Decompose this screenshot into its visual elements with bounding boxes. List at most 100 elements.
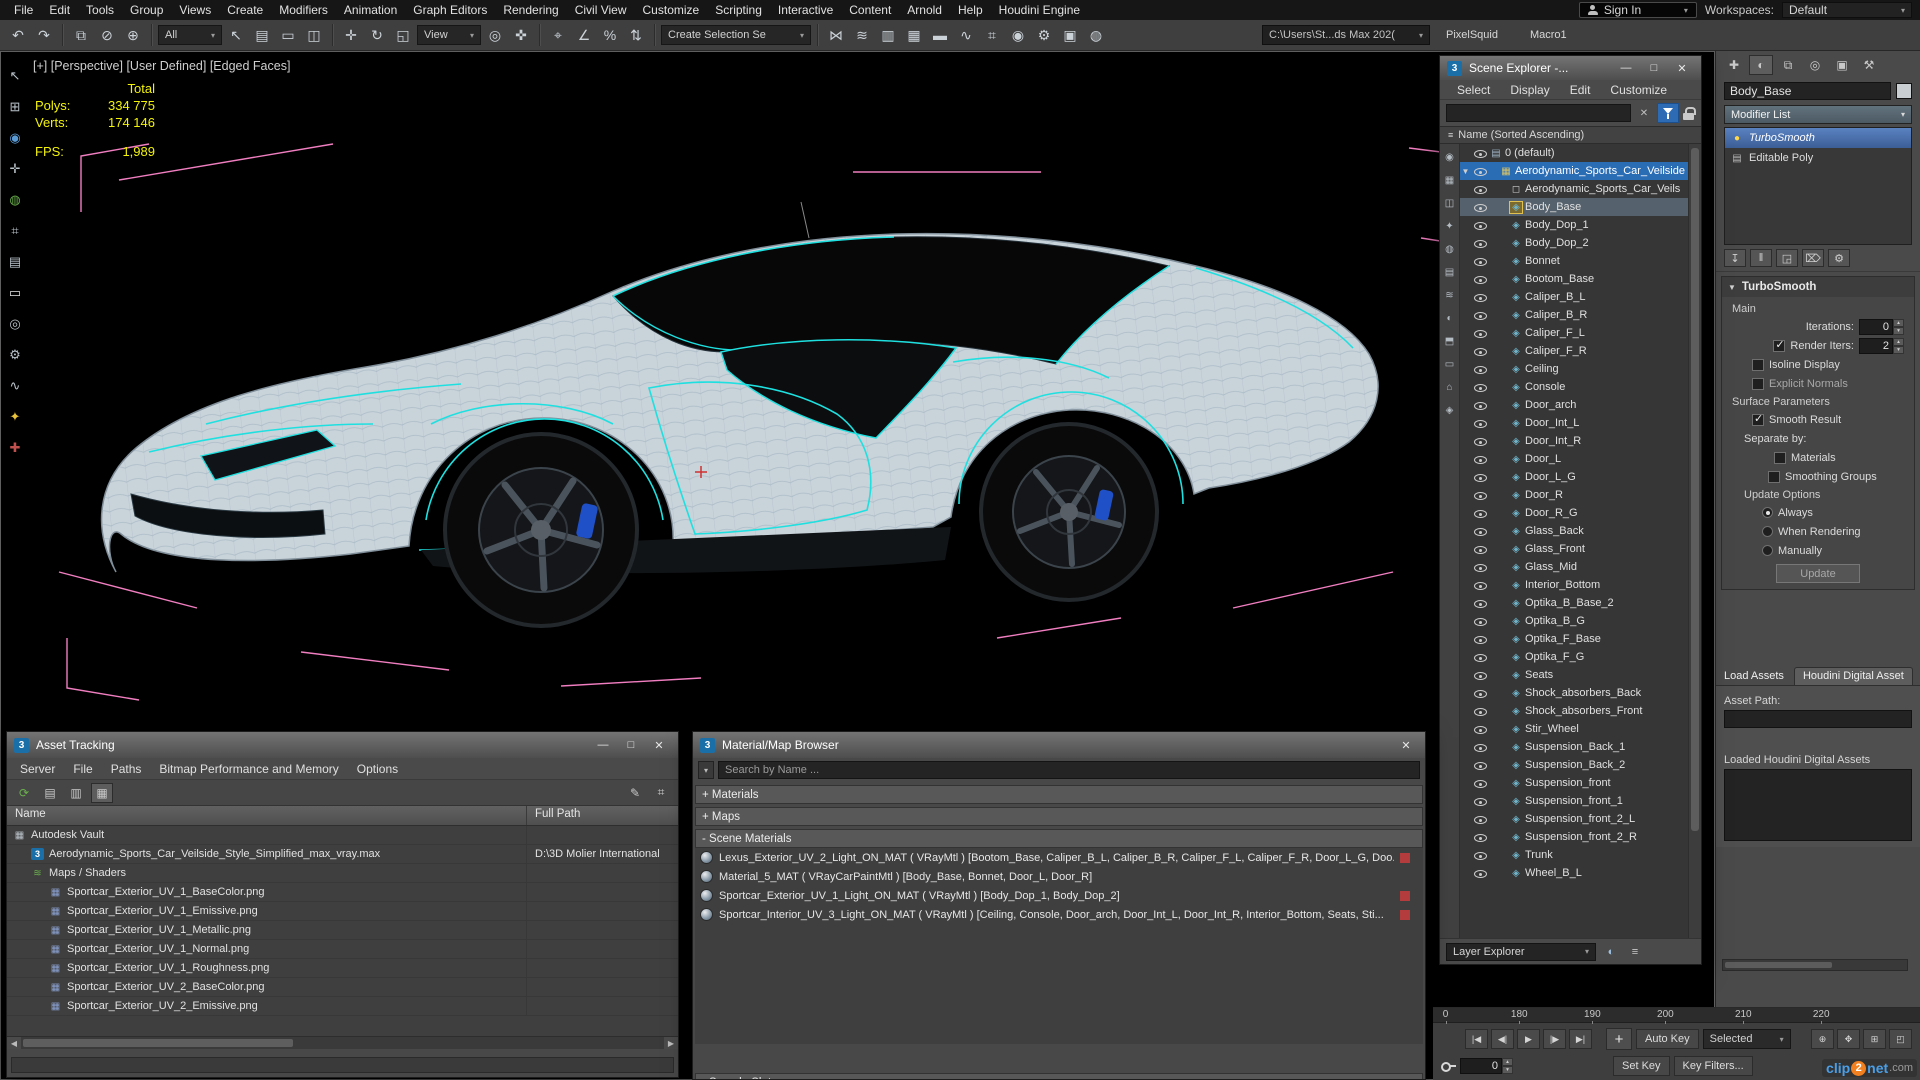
key-filter-selected-dropdown[interactable]: Selected ▾ [1702,1029,1791,1049]
menu-interactive[interactable]: Interactive [770,1,841,19]
render-iters-spinner[interactable]: 2 ▴ ▾ [1859,337,1904,354]
create-tab-icon[interactable]: ✚ [1722,55,1746,75]
select-object-icon[interactable]: ↖ [224,23,248,47]
scene-explorer-titlebar[interactable]: 3 Scene Explorer -... — □ ✕ [1440,56,1701,80]
scene-list-scrollbar[interactable] [1688,144,1701,938]
display-all-icon[interactable]: ◉ [1443,150,1457,164]
scene-row-interior-bottom[interactable]: Interior_Bottom [1460,576,1688,594]
scene-row-door-l[interactable]: Door_L [1460,450,1688,468]
asset-row-sportcar-exterior-uv-2-basecolor-png[interactable]: ▦ Sportcar_Exterior_UV_2_BaseColor.png [7,978,678,997]
close-button[interactable]: ✕ [1670,59,1694,77]
schematic-view-icon[interactable]: ⌗ [980,23,1004,47]
menu-modifiers[interactable]: Modifiers [271,1,336,19]
scene-row-body-base[interactable]: Body_Base [1460,198,1688,216]
configure-modifier-sets-icon[interactable]: ⚙ [1828,249,1850,267]
scene-row-door-arch[interactable]: Door_arch [1460,396,1688,414]
key-filters-button[interactable]: Key Filters... [1673,1056,1753,1076]
visibility-eye-icon[interactable] [1474,201,1487,213]
modifier-editable-poly[interactable]: Editable Poly [1725,148,1911,168]
visibility-eye-icon[interactable] [1474,237,1487,249]
percent-snap-icon[interactable]: % [598,23,622,47]
scene-row-body-dop-1[interactable]: Body_Dop_1 [1460,216,1688,234]
zoom-icon[interactable]: ⊕ [1811,1029,1834,1049]
visibility-eye-icon[interactable] [1474,525,1487,537]
scene-row-optika-b-g[interactable]: Optika_B_G [1460,612,1688,630]
scene-materials-section-header[interactable]: - Scene Materials [695,829,1423,848]
scene-row-wheel-b-l[interactable]: Wheel_B_L [1460,864,1688,882]
turbosmooth-rollout-header[interactable]: ▼ TurboSmooth [1722,277,1914,297]
render-production-icon[interactable]: ◍ [1084,23,1108,47]
lock-icon[interactable] [1683,106,1696,120]
asset-row-autodesk-vault[interactable]: ▦ Autodesk Vault [7,826,678,845]
scene-search-input[interactable] [1446,104,1631,122]
menu-arnold[interactable]: Arnold [899,1,950,19]
pin-stack-icon[interactable]: ↧ [1724,249,1746,267]
remove-modifier-icon[interactable]: ⌦ [1802,249,1824,267]
scroll-right-icon[interactable]: ▶ [664,1037,678,1049]
visibility-eye-icon[interactable] [1474,687,1487,699]
scene-row-optika-f-g[interactable]: Optika_F_G [1460,648,1688,666]
scene-row-shock-absorbers-front[interactable]: Shock_absorbers_Front [1460,702,1688,720]
make-unique-icon[interactable]: ◲ [1776,249,1798,267]
full-path-column-header[interactable]: Full Path [527,806,678,825]
scene-row-suspension-front-2-l[interactable]: Suspension_front_2_L [1460,810,1688,828]
material-row-sportcar-interior-uv-3-light-on-mat[interactable]: Sportcar_Interior_UV_3_Light_ON_MAT ( VR… [695,905,1423,924]
hierarchy-tab-icon[interactable]: ⧉ [1776,55,1800,75]
visibility-eye-icon[interactable] [1474,849,1487,861]
visibility-eye-icon[interactable] [1474,489,1487,501]
explorer-menu-display[interactable]: Display [1501,83,1558,97]
menu-create[interactable]: Create [219,1,271,19]
scene-row-glass-mid[interactable]: Glass_Mid [1460,558,1688,576]
visibility-eye-icon[interactable] [1474,417,1487,429]
display-cameras-icon[interactable]: ◍ [1443,242,1457,256]
scene-row-ceiling[interactable]: Ceiling [1460,360,1688,378]
bind-to-space-warp-icon[interactable]: ⊕ [121,23,145,47]
menu-animation[interactable]: Animation [336,1,405,19]
edit-paths-icon[interactable]: ✎ [624,783,646,803]
scene-row-aerodynamic-sports-car-veils[interactable]: Aerodynamic_Sports_Car_Veils [1460,180,1688,198]
command-panel-scrollbar[interactable] [1722,959,1908,971]
modifier-turbosmooth[interactable]: TurboSmooth [1725,128,1911,148]
scene-row-caliper-b-r[interactable]: Caliper_B_R [1460,306,1688,324]
visibility-eye-icon[interactable] [1474,219,1487,231]
houdini-digital-asset-tab[interactable]: Houdini Digital Asset [1793,667,1913,685]
editable-poly-icon[interactable] [1731,152,1743,164]
scene-row-glass-back[interactable]: Glass_Back [1460,522,1688,540]
always-radio[interactable] [1762,507,1773,518]
select-and-move-icon[interactable]: ✛ [339,23,363,47]
asset-menu-options[interactable]: Options [348,762,407,776]
rectangular-region-icon[interactable]: ▭ [276,23,300,47]
zoom-region-icon[interactable]: ⊞ [1863,1029,1886,1049]
spinner-snap-icon[interactable]: ⇅ [624,23,648,47]
material-row-sportcar-exterior-uv-1-light-on-mat[interactable]: Sportcar_Exterior_UV_1_Light_ON_MAT ( VR… [695,886,1423,905]
display-shapes-icon[interactable]: ◫ [1443,196,1457,210]
display-tab-icon[interactable]: ▣ [1830,55,1854,75]
visibility-eye-icon[interactable] [1474,597,1487,609]
star-tool-icon[interactable]: ✦ [5,407,25,427]
display-groups-icon[interactable]: ◐ [1443,311,1457,325]
menu-tools[interactable]: Tools [78,1,122,19]
scene-list-header[interactable]: ≡ Name (Sorted Ascending) [1440,126,1701,144]
settings-tool-icon[interactable]: ⚙ [5,345,25,365]
visibility-eye-icon[interactable] [1474,633,1487,645]
asset-row-aerodynamic-sports-car-veilside-style-simplified-max-vray-max[interactable]: 3 Aerodynamic_Sports_Car_Veilside_Style_S… [7,845,678,864]
scene-row-suspension-front[interactable]: Suspension_front [1460,774,1688,792]
scene-row-aerodynamic-sports-car-veilside[interactable]: ▼Aerodynamic_Sports_Car_Veilside [1460,162,1688,180]
pivot-tool-icon[interactable]: ◎ [5,314,25,334]
list-tool-icon[interactable]: ▤ [5,252,25,272]
material-row-lexus-exterior-uv-2-light-on-mat[interactable]: Lexus_Exterior_UV_2_Light_ON_MAT ( VRayM… [695,848,1423,867]
material-editor-icon[interactable]: ◉ [1006,23,1030,47]
maximize-button[interactable]: □ [1642,59,1666,77]
explorer-menu-customize[interactable]: Customize [1601,83,1676,97]
browser-options-icon[interactable]: ▾ [698,761,714,779]
menu-rendering[interactable]: Rendering [495,1,566,19]
display-bones-icon[interactable]: ▭ [1443,357,1457,371]
menu-graph-editors[interactable]: Graph Editors [405,1,495,19]
modifier-bulb-icon[interactable] [1731,132,1743,144]
use-pivot-point-icon[interactable]: ◎ [483,23,507,47]
next-frame-button[interactable]: |▶ [1543,1029,1566,1049]
visibility-eye-icon[interactable] [1474,291,1487,303]
menu-scripting[interactable]: Scripting [707,1,770,19]
select-and-rotate-icon[interactable]: ↻ [365,23,389,47]
spinner-down-icon[interactable]: ▾ [1893,326,1904,335]
